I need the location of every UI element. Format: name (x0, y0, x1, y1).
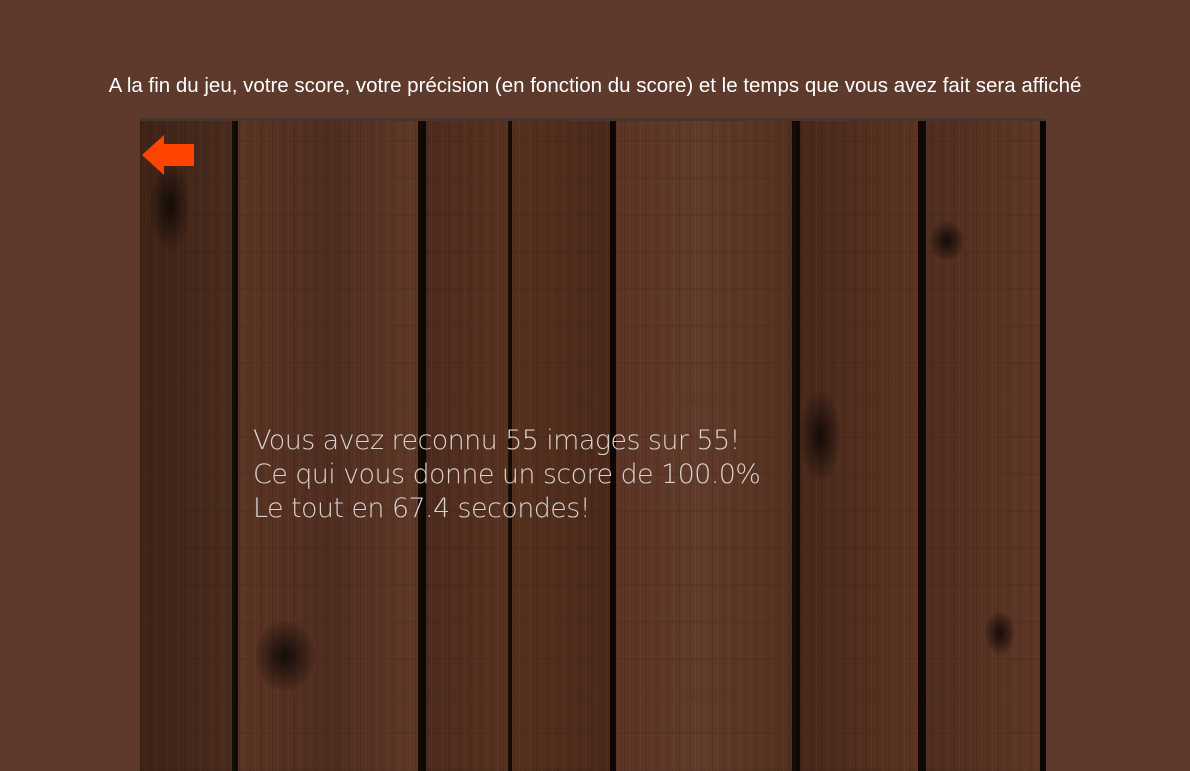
score-percentage-text: Ce qui vous donne un score de 100.0% (253, 459, 761, 490)
wood-knot (985, 611, 1015, 655)
wood-knot (255, 621, 315, 691)
page-caption: A la fin du jeu, votre score, votre préc… (108, 74, 1082, 97)
left-arrow-icon (142, 135, 196, 175)
wood-knot (800, 391, 840, 481)
recognized-count-text: Vous avez reconnu 55 images sur 55! (253, 425, 740, 456)
game-screen: Vous avez reconnu 55 images sur 55! Ce q… (140, 118, 1046, 771)
back-button[interactable] (142, 135, 196, 175)
elapsed-time-text: Le tout en 67.4 secondes! (253, 493, 591, 524)
results-panel: Vous avez reconnu 55 images sur 55! Ce q… (253, 424, 761, 526)
wood-knot (930, 221, 964, 261)
